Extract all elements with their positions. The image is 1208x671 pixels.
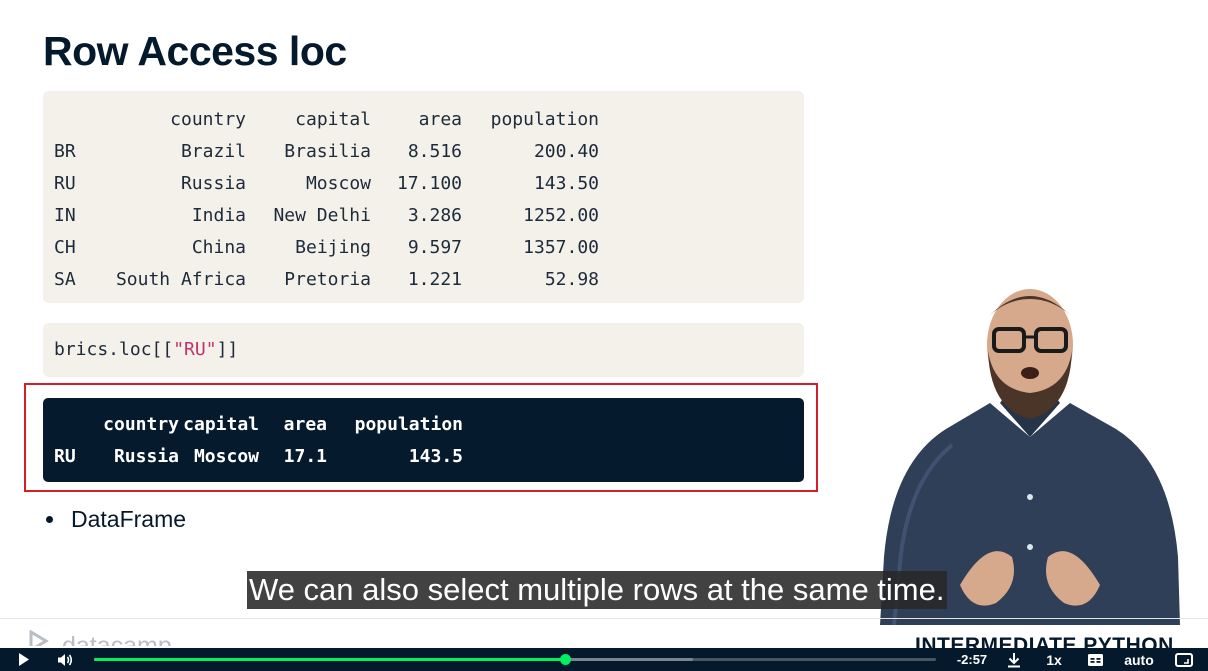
cell-country: Brazil — [180, 140, 246, 162]
time-remaining: -2:57 — [956, 652, 988, 667]
output-cell-area: 17.1 — [283, 445, 327, 467]
cell-area: 8.516 — [407, 140, 462, 162]
download-button[interactable] — [1003, 648, 1025, 671]
cell-country: China — [191, 236, 246, 258]
dataframe-header-index — [54, 103, 100, 135]
output-header-capital: capital — [183, 413, 259, 435]
play-icon — [19, 653, 29, 666]
dataframe-row: SA South Africa Pretoria 1.221 52.98 — [54, 263, 599, 295]
slide-title: Row Access loc — [43, 28, 347, 74]
cell-area: 9.597 — [407, 236, 462, 258]
datacamp-logo: datacamp — [28, 628, 208, 646]
cell-capital: New Delhi — [273, 204, 371, 226]
output-row-index: RU — [54, 445, 76, 467]
row-index: CH — [54, 236, 76, 258]
dataframe-header-population: population — [490, 108, 599, 130]
cell-area: 3.286 — [407, 204, 462, 226]
output-header-area: area — [283, 413, 327, 435]
cell-area: 17.100 — [396, 172, 462, 194]
dataframe-header-country: country — [170, 108, 246, 130]
dataframe-table: country capital area population BR Brazi… — [54, 103, 599, 295]
output-cell-capital: Moscow — [193, 445, 259, 467]
download-icon — [1008, 652, 1020, 667]
quality-button[interactable]: auto — [1118, 648, 1160, 671]
cell-area: 1.221 — [407, 268, 462, 290]
video-frame: Row Access loc country capital area popu… — [0, 0, 1208, 671]
cell-capital: Pretoria — [284, 268, 371, 290]
row-index: BR — [54, 140, 76, 162]
video-controls-bar: -2:57 1x auto — [0, 648, 1208, 671]
progress-scrubber-handle[interactable] — [559, 654, 571, 665]
brand-name: datacamp — [62, 632, 172, 646]
output-header-row: country capital area population — [54, 408, 463, 440]
cell-population: 1357.00 — [523, 236, 599, 258]
cell-country: Russia — [180, 172, 246, 194]
dataframe-header-capital: capital — [295, 108, 371, 130]
output-header-population: population — [354, 413, 463, 435]
dataframe-code-block: country capital area population BR Brazi… — [43, 91, 804, 303]
command-code-block: brics.loc[["RU"]] — [43, 323, 804, 377]
command-suffix: ]] — [216, 339, 239, 360]
volume-button[interactable] — [54, 648, 76, 671]
bullet-list: DataFrame — [46, 506, 186, 533]
cell-population: 1252.00 — [523, 204, 599, 226]
command-prefix: brics.loc[[ — [54, 339, 174, 360]
cell-population: 200.40 — [533, 140, 599, 162]
captions-button[interactable] — [1084, 648, 1106, 671]
cell-population: 143.50 — [533, 172, 599, 194]
cell-country: India — [191, 204, 246, 226]
dataframe-row: CH China Beijing 9.597 1357.00 — [54, 231, 599, 263]
bullet-dot-icon — [46, 516, 53, 523]
dataframe-row: BR Brazil Brasilia 8.516 200.40 — [54, 135, 599, 167]
row-index: IN — [54, 204, 76, 226]
progress-bar[interactable] — [94, 654, 936, 665]
output-row: RU Russia Moscow 17.1 143.5 — [54, 440, 463, 472]
subtitle-caption: We can also select multiple rows at the … — [247, 571, 947, 609]
command-line: brics.loc[["RU"]] — [54, 339, 238, 360]
row-index: RU — [54, 172, 76, 194]
command-string-literal: "RU" — [173, 339, 217, 360]
dataframe-header-area: area — [418, 108, 462, 130]
cell-population: 52.98 — [544, 268, 599, 290]
dataframe-row: IN India New Delhi 3.286 1252.00 — [54, 199, 599, 231]
fullscreen-icon — [1175, 652, 1193, 667]
output-code-block: country capital area population RU Russi… — [43, 398, 804, 482]
output-header-country: country — [103, 413, 179, 435]
bullet-text: DataFrame — [71, 506, 187, 532]
dataframe-header-row: country capital area population — [54, 103, 599, 135]
datacamp-logo-icon — [29, 630, 49, 646]
play-button[interactable] — [14, 648, 34, 671]
output-cell-population: 143.5 — [408, 445, 463, 467]
slide-footer-divider — [0, 618, 1208, 619]
bullet-item: DataFrame — [46, 506, 186, 533]
output-cell-country: Russia — [113, 445, 179, 467]
output-header-index — [54, 408, 88, 440]
dataframe-row: RU Russia Moscow 17.100 143.50 — [54, 167, 599, 199]
progress-played — [94, 658, 565, 661]
row-index: SA — [54, 268, 76, 290]
playback-speed-button[interactable]: 1x — [1041, 648, 1067, 671]
volume-icon — [58, 653, 73, 666]
cell-capital: Brasilia — [284, 140, 371, 162]
cell-capital: Beijing — [295, 236, 371, 258]
fullscreen-button[interactable] — [1172, 648, 1196, 671]
output-table: country capital area population RU Russi… — [54, 408, 463, 472]
course-name: INTERMEDIATE PYTHON — [915, 634, 1174, 648]
captions-icon — [1087, 653, 1103, 666]
cell-country: South Africa — [115, 268, 246, 290]
cell-capital: Moscow — [305, 172, 371, 194]
